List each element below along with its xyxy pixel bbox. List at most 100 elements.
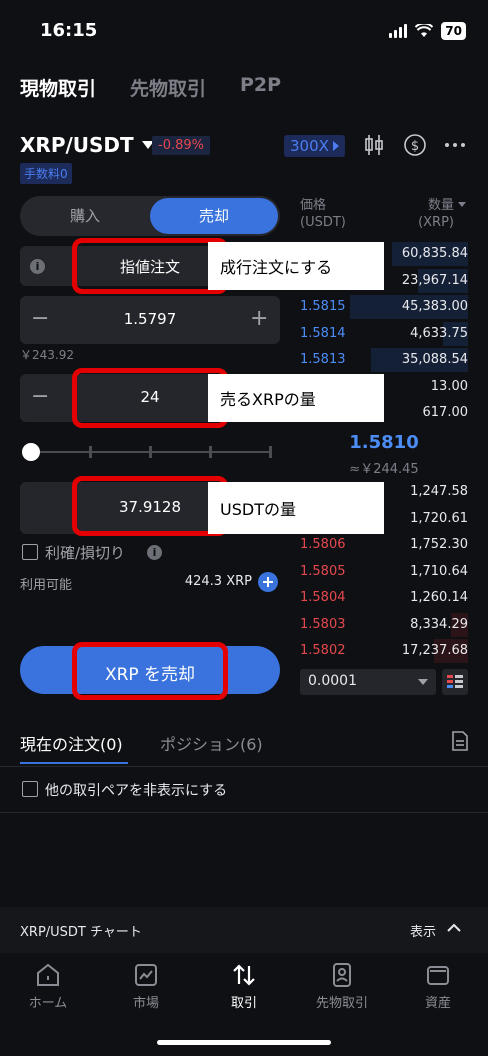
orderbook-qty: 617.00 <box>422 405 469 420</box>
available-label: 利用可能 <box>20 578 73 593</box>
orderbook-row[interactable]: 23,967.14 <box>300 268 468 294</box>
chevron-right-icon <box>332 141 339 151</box>
nav-home-label: ホーム <box>28 996 68 1011</box>
plus-icon[interactable]: + <box>250 306 268 331</box>
minus-icon[interactable]: − <box>31 384 49 409</box>
tab-positions[interactable]: ポジション(6) <box>160 731 263 755</box>
slider-tick[interactable] <box>89 446 92 458</box>
nav-market[interactable]: 市場 <box>106 962 186 1011</box>
orderbook-row[interactable]: 617.00 <box>300 400 469 426</box>
price-fiat: ￥243.92 <box>20 348 74 362</box>
orderbook-price: 1.5805 <box>300 563 346 579</box>
orderbook-qty: 1,752.30 <box>410 537 468 552</box>
tpsl-checkbox[interactable] <box>22 544 38 560</box>
orderbook-qty: 60,835.84 <box>401 246 468 261</box>
highlight-box-sell <box>72 642 228 700</box>
battery-icon: 70 <box>441 22 466 40</box>
status-icons: 70 <box>389 22 466 40</box>
orderbook-qty: 45,383.00 <box>401 299 468 314</box>
tab-spot[interactable]: 現物取引 <box>20 74 96 101</box>
minus-icon[interactable]: − <box>31 306 49 331</box>
orderbook-qty: 8,334.29 <box>410 616 468 632</box>
step-select[interactable]: 0.0001 <box>300 669 436 695</box>
orderbook-qty: 13.00 <box>430 378 468 394</box>
slider-tick[interactable] <box>149 446 152 458</box>
info-icon[interactable]: i <box>147 545 162 560</box>
tab-open-orders[interactable]: 現在の注文(0) <box>20 731 123 755</box>
status-time: 16:15 <box>40 20 98 41</box>
nav-trade[interactable]: 取引 <box>204 962 284 1011</box>
orderbook-row[interactable]: 1.5805 1,710.64 <box>300 559 468 585</box>
orderbook-qty: 4,633.75 <box>410 325 468 341</box>
tab-futures[interactable]: 先物取引 <box>130 74 206 101</box>
hide-pairs-label[interactable]: 他の取引ペアを非表示にする <box>45 780 227 800</box>
orderbook-row[interactable]: 1.5802 17,237.68 <box>300 638 468 664</box>
orderbook-qty: 1,260.14 <box>410 590 468 605</box>
pair-symbol: XRP/USDT <box>20 133 134 157</box>
slider-tick[interactable] <box>269 446 272 458</box>
more-icon[interactable] <box>443 133 467 157</box>
nav-futures-label: 先物取引 <box>315 996 368 1011</box>
tab-p2p[interactable]: P2P <box>240 74 281 96</box>
trade-icon <box>233 964 255 986</box>
chevron-down-icon[interactable] <box>458 202 466 207</box>
active-tab-underline <box>20 762 128 764</box>
orderbook-view-icon[interactable] <box>442 669 468 695</box>
orderbook-row[interactable]: 1,720.61 <box>300 506 468 532</box>
leverage-button[interactable]: 300X <box>284 135 345 157</box>
slider-tick[interactable] <box>209 446 212 458</box>
chart-icon <box>135 964 157 986</box>
divider <box>0 766 488 767</box>
candlestick-icon[interactable] <box>362 133 386 157</box>
dollar-icon[interactable]: $ <box>403 133 427 157</box>
orderbook-qty: 17,237.68 <box>401 643 468 658</box>
document-icon[interactable] <box>451 731 469 751</box>
highlight-box-amount <box>72 368 228 428</box>
highlight-box-order-type <box>72 238 228 294</box>
orderbook-price: 1.5815 <box>300 299 346 314</box>
tpsl-label[interactable]: 利確/損切り <box>45 542 125 563</box>
nav-home[interactable]: ホーム <box>8 962 88 1011</box>
orderbook-row[interactable]: 1,247.58 <box>300 479 468 505</box>
wifi-icon <box>415 24 434 37</box>
nav-trade-label: 取引 <box>230 996 257 1011</box>
home-indicator <box>157 1040 331 1045</box>
wallet-icon <box>427 966 449 985</box>
add-funds-icon[interactable] <box>258 572 278 592</box>
chart-toggle-label[interactable]: 表示 <box>410 921 436 940</box>
orderbook-price: 1.5806 <box>300 537 346 552</box>
orderbook-row[interactable]: 1.5803 8,334.29 <box>300 612 468 638</box>
sell-tab[interactable]: 売却 <box>150 198 278 234</box>
orderbook-row[interactable]: 1.5804 1,260.14 <box>300 585 468 611</box>
orderbook-row[interactable]: 1.5806 1,752.30 <box>300 532 468 558</box>
info-icon[interactable]: i <box>30 259 45 274</box>
orderbook-row[interactable]: 1.5815 45,383.00 <box>300 294 468 320</box>
orderbook-row[interactable]: 60,835.84 <box>300 241 468 267</box>
orderbook-row[interactable]: 1.5813 35,088.54 <box>300 347 468 373</box>
slider-handle[interactable] <box>22 443 40 461</box>
orderbook-qty: 23,967.14 <box>401 272 468 288</box>
orderbook-price: 1.5803 <box>300 616 346 632</box>
last-price: 1.5810 <box>349 432 419 453</box>
leverage-label: 300X <box>290 137 329 155</box>
futures-icon <box>333 963 351 987</box>
chevron-up-icon[interactable] <box>447 923 461 933</box>
step-value: 0.0001 <box>308 673 357 689</box>
chevron-down-icon <box>418 679 428 685</box>
orderbook-row[interactable]: 1.5814 4,633.75 <box>300 321 468 347</box>
orderbook-price: 1.5802 <box>300 643 346 658</box>
nav-assets[interactable]: 資産 <box>398 962 478 1011</box>
nav-futures[interactable]: 先物取引 <box>302 962 382 1011</box>
orderbook-row[interactable]: 13.00 <box>300 374 468 400</box>
last-price-fiat: ≈￥244.45 <box>349 462 419 477</box>
orderbook-qty: 35,088.54 <box>401 352 468 367</box>
orderbook-qty: 1,247.58 <box>410 484 468 499</box>
hide-pairs-checkbox[interactable] <box>22 781 38 797</box>
price-input[interactable]: 1.5797 <box>80 310 220 328</box>
buy-tab[interactable]: 購入 <box>20 196 150 236</box>
fee-badge: 手数料0 <box>20 163 72 184</box>
orderbook-price: 1.5813 <box>300 352 346 367</box>
nav-market-label: 市場 <box>132 996 159 1011</box>
pair-selector[interactable]: XRP/USDT <box>20 133 154 157</box>
change-badge: -0.89% <box>152 136 210 155</box>
